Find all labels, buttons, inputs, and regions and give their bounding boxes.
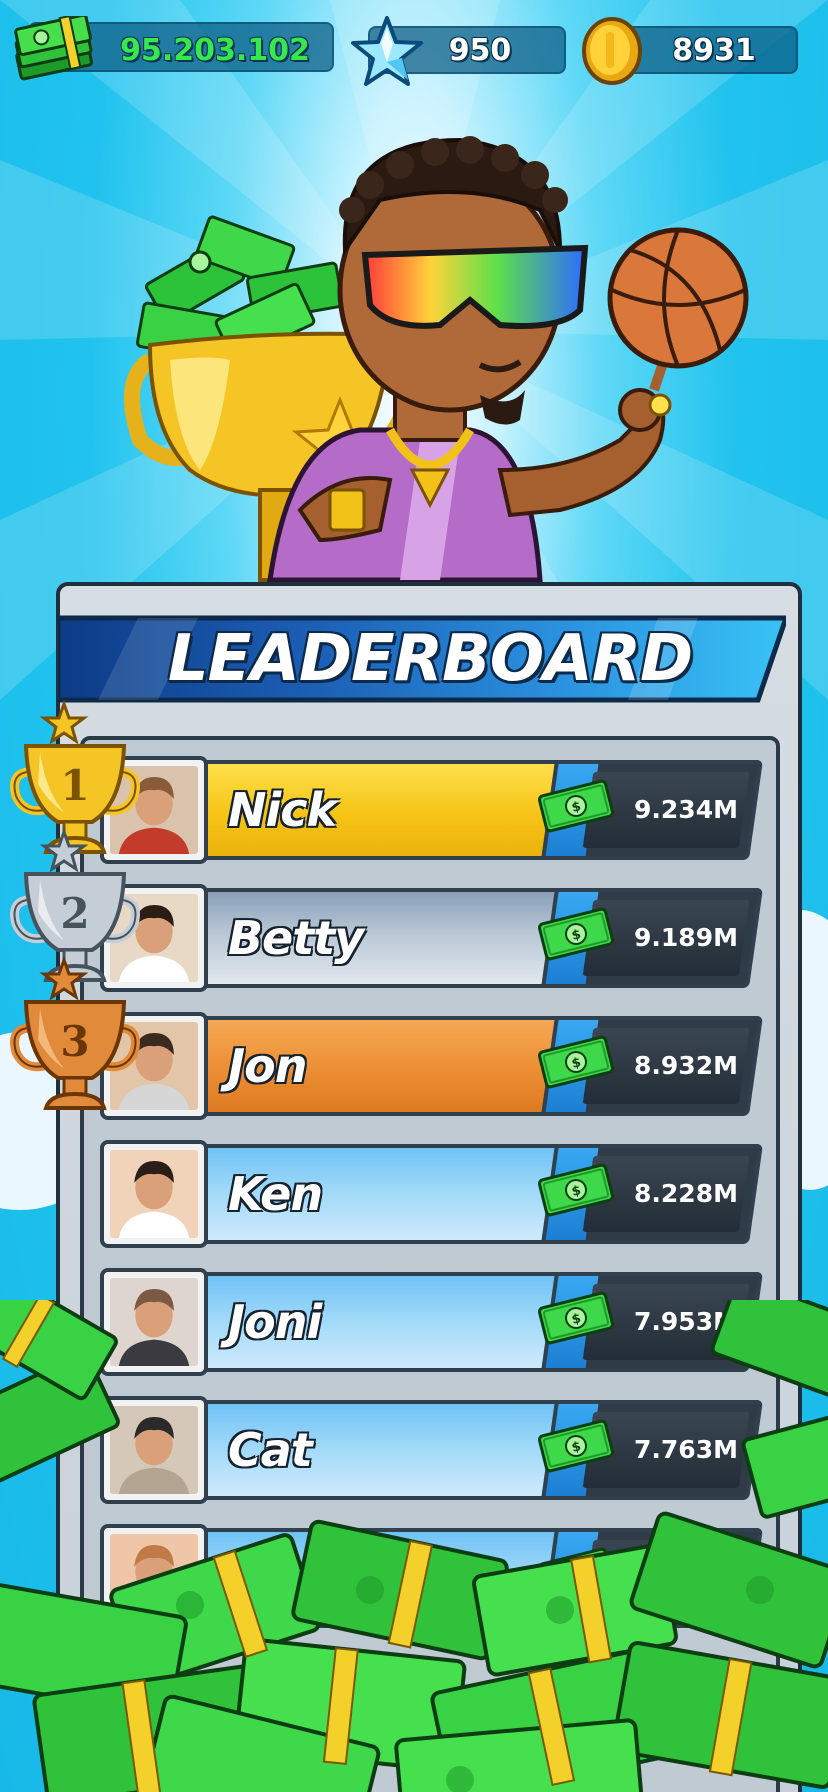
stars-value: 950 [448,33,512,68]
leaderboard-row[interactable]: 8.228M Ken $ [0,1140,828,1254]
player-name: Ken [228,1167,323,1221]
dollar-bill-icon: $ [538,1034,614,1090]
player-avatar[interactable] [100,1140,208,1248]
player-name: Jon [228,1039,307,1093]
money-pile-decoration [0,1300,828,1792]
gold-coin-icon [582,17,642,85]
player-score: 9.234M [634,795,738,824]
dollar-bill-icon: $ [538,778,614,834]
coins-value: 8931 [672,33,756,68]
leaderboard-row[interactable]: 8.932M Jon $3 [0,955,828,1126]
player-score: 8.932M [634,1051,738,1080]
player-score: 9.189M [634,923,738,952]
player-name: Nick [228,783,337,837]
avatar-photo [110,1150,198,1238]
rank-trophy-icon: 3 [6,955,146,1126]
dollar-bill-icon: $ [538,1162,614,1218]
money-stack-icon [14,16,93,81]
basketball-icon [607,227,749,369]
rank-number: 3 [60,1017,89,1066]
player-score: 8.228M [634,1179,738,1208]
hero-character-illustration [124,136,749,583]
rank-number: 1 [60,761,89,810]
dollar-bill-icon: $ [538,906,614,962]
crystal-star-icon [351,16,423,86]
player-head [337,136,589,425]
player-name: Betty [228,911,364,965]
leaderboard-title: LEADERBOARD [167,622,693,696]
cash-value: 95.203.102 [120,33,310,68]
rank-number: 2 [60,889,89,938]
